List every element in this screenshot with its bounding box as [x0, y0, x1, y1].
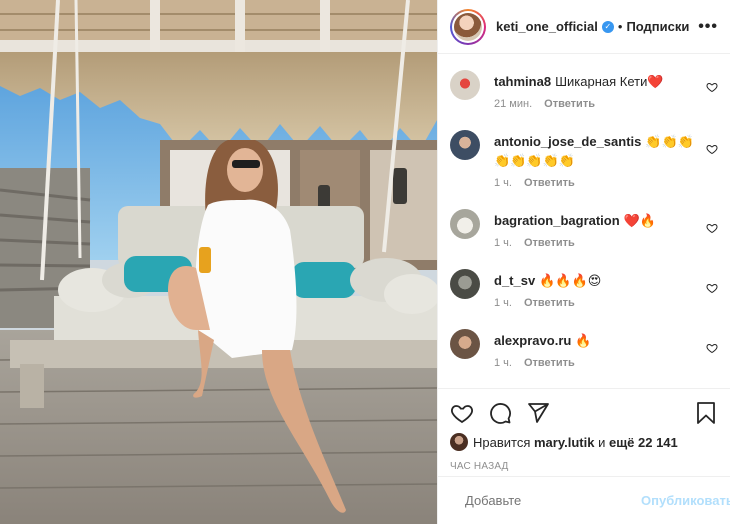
like-comment-heart-icon[interactable]: [706, 342, 718, 354]
author-username[interactable]: keti_one_official: [496, 19, 598, 34]
comment-time[interactable]: 1 ч.: [494, 237, 512, 249]
comment-username[interactable]: tahmina8: [494, 74, 551, 89]
comment-input[interactable]: [465, 493, 641, 508]
post-photo[interactable]: [0, 0, 437, 524]
comment-item: alexpravo.ru 🔥 1 ч. Ответить: [450, 315, 718, 375]
comment-username[interactable]: d_t_sv: [494, 273, 535, 288]
verified-badge-icon: ✓: [601, 20, 614, 33]
liker-avatar[interactable]: [450, 433, 468, 451]
more-options-icon[interactable]: •••: [698, 18, 718, 36]
comment-item: tahmina8 Шикарная Кети❤️ 21 мин. Ответить: [450, 54, 718, 116]
author-avatar[interactable]: [450, 8, 486, 45]
like-comment-heart-icon[interactable]: [706, 282, 718, 294]
comment-username[interactable]: antonio_jose_de_santis: [494, 134, 641, 149]
likes-count[interactable]: ещё 22 141: [609, 435, 678, 450]
like-comment-heart-icon[interactable]: [706, 81, 718, 93]
comment-item: antonio_jose_de_santis 👏👏👏👏👏👏👏👏 1 ч. Ответ…: [450, 116, 718, 195]
add-comment-bar: Опубликовать: [438, 476, 730, 524]
save-bookmark-icon[interactable]: [694, 401, 718, 425]
header-separator: •: [617, 19, 623, 34]
comment-time[interactable]: 1 ч.: [494, 297, 512, 309]
action-icons-row: [450, 397, 718, 429]
comment-time[interactable]: 1 ч.: [494, 177, 512, 189]
comment-item: bagration_bagration ❤️🔥 1 ч. Ответить: [450, 195, 718, 255]
comment-avatar[interactable]: [450, 269, 480, 299]
comment-username[interactable]: alexpravo.ru: [494, 333, 571, 348]
likes-conjunction: и: [598, 434, 606, 450]
post-timestamp[interactable]: ЧАС НАЗАД: [450, 461, 718, 477]
comment-text: 🔥: [575, 333, 592, 348]
comment-time[interactable]: 1 ч.: [494, 357, 512, 369]
comment-username[interactable]: bagration_bagration: [494, 213, 620, 228]
comment-avatar[interactable]: [450, 209, 480, 239]
likes-prefix: Нравится: [473, 434, 531, 450]
like-comment-heart-icon[interactable]: [706, 143, 718, 155]
post-sidebar: keti_one_official ✓ • Подписки ••• tahmi…: [437, 0, 730, 524]
reply-button[interactable]: Ответить: [524, 297, 575, 309]
reply-button[interactable]: Ответить: [524, 357, 575, 369]
comments-list: tahmina8 Шикарная Кети❤️ 21 мин. Ответить …: [438, 54, 730, 388]
comment-avatar[interactable]: [450, 70, 480, 100]
comment-time[interactable]: 21 мин.: [494, 98, 532, 110]
comment-avatar[interactable]: [450, 329, 480, 359]
comment-avatar[interactable]: [450, 130, 480, 160]
publish-button[interactable]: Опубликовать: [641, 493, 730, 508]
reply-button[interactable]: Ответить: [524, 177, 575, 189]
like-heart-icon[interactable]: [450, 401, 474, 425]
post-header: keti_one_official ✓ • Подписки •••: [438, 0, 730, 54]
reply-button[interactable]: Ответить: [524, 237, 575, 249]
post-viewer: keti_one_official ✓ • Подписки ••• tahmi…: [0, 0, 730, 524]
share-direct-icon[interactable]: [526, 401, 550, 425]
reply-button[interactable]: Ответить: [544, 98, 595, 110]
comment-text: Шикарная Кети❤️: [555, 74, 664, 89]
comment-text: 🔥🔥🔥😍: [539, 273, 602, 288]
comment-item: d_t_sv 🔥🔥🔥😍 1 ч. Ответить: [450, 255, 718, 315]
likes-summary: Нравится mary.lutik и ещё 22 141: [450, 429, 718, 455]
photo-illustration: [0, 0, 437, 524]
liker-username[interactable]: mary.lutik: [534, 435, 594, 450]
like-comment-heart-icon[interactable]: [706, 222, 718, 234]
follow-button[interactable]: Подписки: [626, 19, 689, 34]
comment-bubble-icon[interactable]: [488, 401, 512, 425]
comment-text: ❤️🔥: [623, 213, 657, 228]
